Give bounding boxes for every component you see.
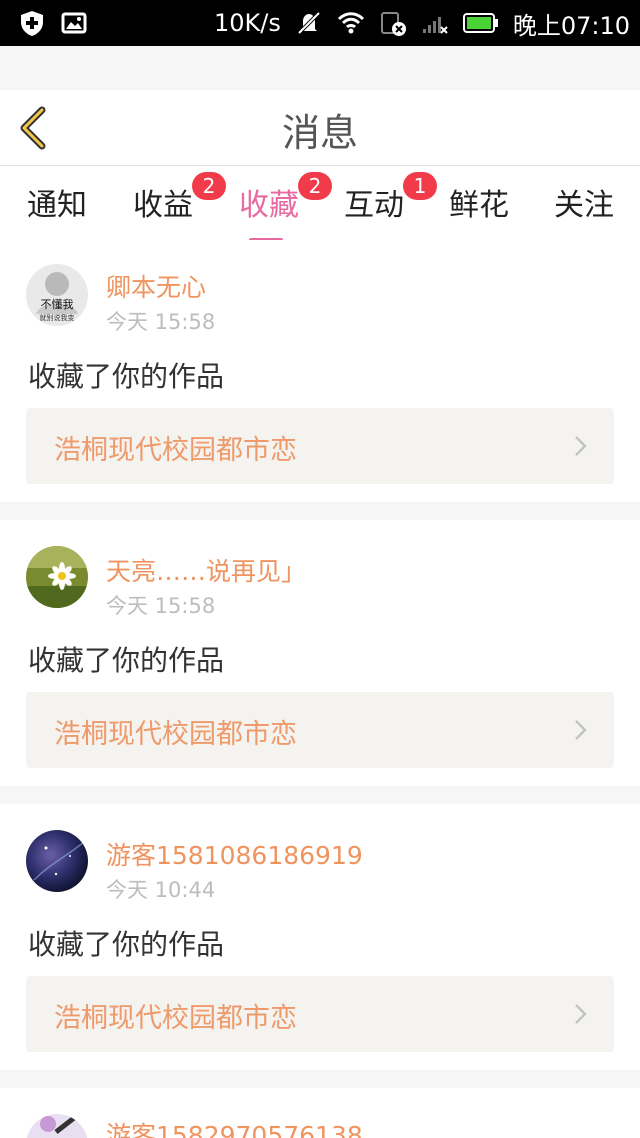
clock: 晚上07:10 xyxy=(512,11,630,40)
avatar-text: 不懂我 xyxy=(41,298,74,311)
chevron-right-icon xyxy=(575,436,587,456)
work-title: 浩桐现代校园都市恋 xyxy=(54,719,297,750)
tab-interaction[interactable]: 互动 1 xyxy=(339,172,437,224)
user-name[interactable]: 天亮……说再见」 xyxy=(106,552,306,588)
chevron-right-icon xyxy=(575,720,587,740)
count-badge: 2 xyxy=(298,172,332,200)
action-text: 收藏了你的作品 xyxy=(28,928,225,961)
work-link[interactable]: 浩桐现代校园都市恋 xyxy=(26,408,614,484)
chevron-right-icon xyxy=(575,1004,587,1024)
timestamp: 今天 15:58 xyxy=(106,310,216,334)
list-item[interactable]: 游客1581086186919 今天 10:44 收藏了你的作品 浩桐现代校园都… xyxy=(0,804,640,1070)
status-bar: 10K/s 晚上07:10 xyxy=(0,0,640,46)
timestamp: 今天 10:44 xyxy=(106,878,216,902)
count-badge: 2 xyxy=(192,172,226,200)
signal-icon xyxy=(422,17,448,34)
work-link[interactable]: 浩桐现代校园都市恋 xyxy=(26,692,614,768)
tab-favorites[interactable]: 收藏 2 xyxy=(234,172,332,242)
user-name[interactable]: 游客1581086186919 xyxy=(106,836,363,872)
tab-label: 互动 xyxy=(344,188,404,223)
tab-flowers[interactable]: 鲜花 xyxy=(444,180,514,224)
tab-label: 通知 xyxy=(27,188,87,223)
shield-plus-icon xyxy=(21,11,43,36)
work-title: 浩桐现代校园都市恋 xyxy=(54,1003,297,1034)
avatar[interactable] xyxy=(26,1114,88,1138)
avatar[interactable] xyxy=(26,546,88,608)
tab-label: 鲜花 xyxy=(449,188,509,223)
tab-bar: 通知 收益 2 收藏 2 互动 1 鲜花 关注 xyxy=(0,166,640,242)
data-off-icon xyxy=(380,12,406,36)
user-name[interactable]: 卿本无心 xyxy=(106,268,206,304)
page-title: 消息 xyxy=(281,111,358,155)
user-name[interactable]: 游客1582970576138 xyxy=(106,1116,363,1138)
tab-follow[interactable]: 关注 xyxy=(549,180,619,224)
avatar-subtext: 就别说我变 xyxy=(40,313,75,322)
list-item[interactable]: 游客1582970576138 xyxy=(0,1088,640,1138)
timestamp: 今天 15:58 xyxy=(106,594,216,618)
image-icon xyxy=(61,12,87,34)
mute-icon xyxy=(297,11,321,35)
tab-notice[interactable]: 通知 xyxy=(22,180,92,224)
work-title: 浩桐现代校园都市恋 xyxy=(54,435,297,466)
tab-label: 收益 xyxy=(133,188,193,223)
app-header: 消息 xyxy=(0,90,640,166)
avatar[interactable] xyxy=(26,830,88,892)
action-text: 收藏了你的作品 xyxy=(28,360,225,393)
action-text: 收藏了你的作品 xyxy=(28,644,225,677)
list-item[interactable]: 不懂我 就别说我变 卿本无心 今天 15:58 收藏了你的作品 浩桐现代校园都市… xyxy=(0,240,640,502)
battery-icon xyxy=(462,13,498,33)
tab-label: 收藏 xyxy=(239,188,299,223)
work-link[interactable]: 浩桐现代校园都市恋 xyxy=(26,976,614,1052)
tab-earnings[interactable]: 收益 2 xyxy=(128,172,226,224)
avatar[interactable]: 不懂我 就别说我变 xyxy=(26,264,88,326)
tab-label: 关注 xyxy=(554,188,614,223)
network-speed: 10K/s xyxy=(213,9,281,37)
list-item[interactable]: 天亮……说再见」 今天 15:58 收藏了你的作品 浩桐现代校园都市恋 xyxy=(0,520,640,786)
count-badge: 1 xyxy=(403,172,437,200)
wifi-icon xyxy=(337,12,364,34)
